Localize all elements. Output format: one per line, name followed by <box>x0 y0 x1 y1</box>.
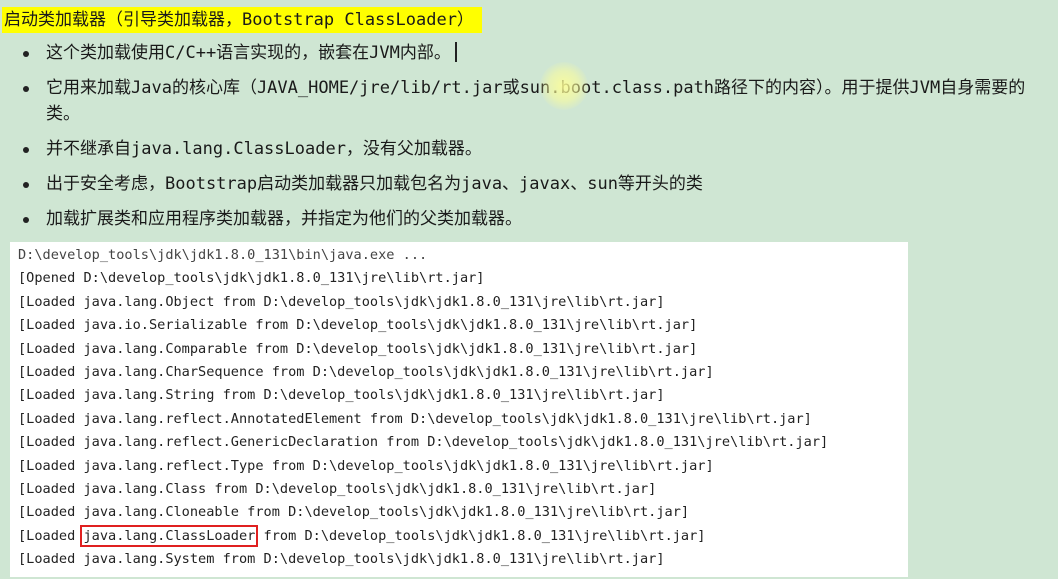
bullet-dot-icon <box>23 147 29 153</box>
console-line: [Loaded java.lang.String from D:\develop… <box>18 387 665 404</box>
bullet-text-3: 并不继承自java.lang.ClassLoader，没有父加载器。 <box>46 139 482 159</box>
bullet-item-1: 这个类加载使用C/C++语言实现的，嵌套在JVM内部。 <box>20 40 1040 66</box>
section-title: 启动类加载器（引导类加载器，Bootstrap ClassLoader） <box>2 7 482 33</box>
console-line: [Loaded java.lang.Class from D:\develop_… <box>18 480 657 497</box>
console-line: [Loaded java.lang.reflect.Type from D:\d… <box>18 457 714 474</box>
console-line: [Loaded java.lang.Comparable from D:\dev… <box>18 340 698 357</box>
bullet-item-2: 它用来加载Java的核心库（JAVA_HOME/jre/lib/rt.jar或s… <box>20 75 1046 127</box>
console-line: [Loaded java.lang.CharSequence from D:\d… <box>18 363 714 380</box>
bullet-dot-icon <box>23 86 29 92</box>
classloader-highlight-box: java.lang.ClassLoader <box>80 524 259 547</box>
console-line: [Opened D:\develop_tools\jdk\jdk1.8.0_13… <box>18 270 485 287</box>
bullet-dot-icon <box>23 217 29 223</box>
console-line: [Loaded java.lang.System from D:\develop… <box>18 551 665 568</box>
bullet-text-5: 加载扩展类和应用程序类加载器，并指定为他们的父类加载器。 <box>46 209 522 229</box>
bullet-item-5: 加载扩展类和应用程序类加载器，并指定为他们的父类加载器。 <box>20 206 1040 232</box>
bullet-text-2: 它用来加载Java的核心库（JAVA_HOME/jre/lib/rt.jar或s… <box>46 78 1026 124</box>
console-line-classloader: [Loaded java.lang.ClassLoader from D:\de… <box>18 524 908 548</box>
bullet-text-4: 出于安全考虑，Bootstrap启动类加载器只加载包名为java、javax、s… <box>46 174 703 194</box>
console-line: [Loaded java.lang.Cloneable from D:\deve… <box>18 504 690 521</box>
bullet-item-3: 并不继承自java.lang.ClassLoader，没有父加载器。 <box>20 136 1040 162</box>
console-line: [Loaded java.io.Serializable from D:\dev… <box>18 317 698 334</box>
console-line-prefix: [Loaded <box>18 527 84 544</box>
bullet-list: 这个类加载使用C/C++语言实现的，嵌套在JVM内部。 它用来加载Java的核心… <box>20 40 1040 232</box>
bullet-dot-icon <box>23 182 29 188</box>
console-command-line: D:\develop_tools\jdk\jdk1.8.0_131\bin\ja… <box>18 247 428 263</box>
console-line: [Loaded java.lang.reflect.AnnotatedEleme… <box>18 410 812 427</box>
text-cursor <box>454 42 457 62</box>
console-output: D:\develop_tools\jdk\jdk1.8.0_131\bin\ja… <box>10 242 908 577</box>
console-line: [Loaded java.lang.Object from D:\develop… <box>18 293 665 310</box>
bullet-dot-icon <box>23 51 29 57</box>
bullet-item-4: 出于安全考虑，Bootstrap启动类加载器只加载包名为java、javax、s… <box>20 171 1040 197</box>
console-line: [Loaded java.lang.reflect.GenericDeclara… <box>18 434 829 451</box>
console-line-suffix: from D:\develop_tools\jdk\jdk1.8.0_131\j… <box>255 527 706 544</box>
bullet-text-1: 这个类加载使用C/C++语言实现的，嵌套在JVM内部。 <box>46 43 451 63</box>
